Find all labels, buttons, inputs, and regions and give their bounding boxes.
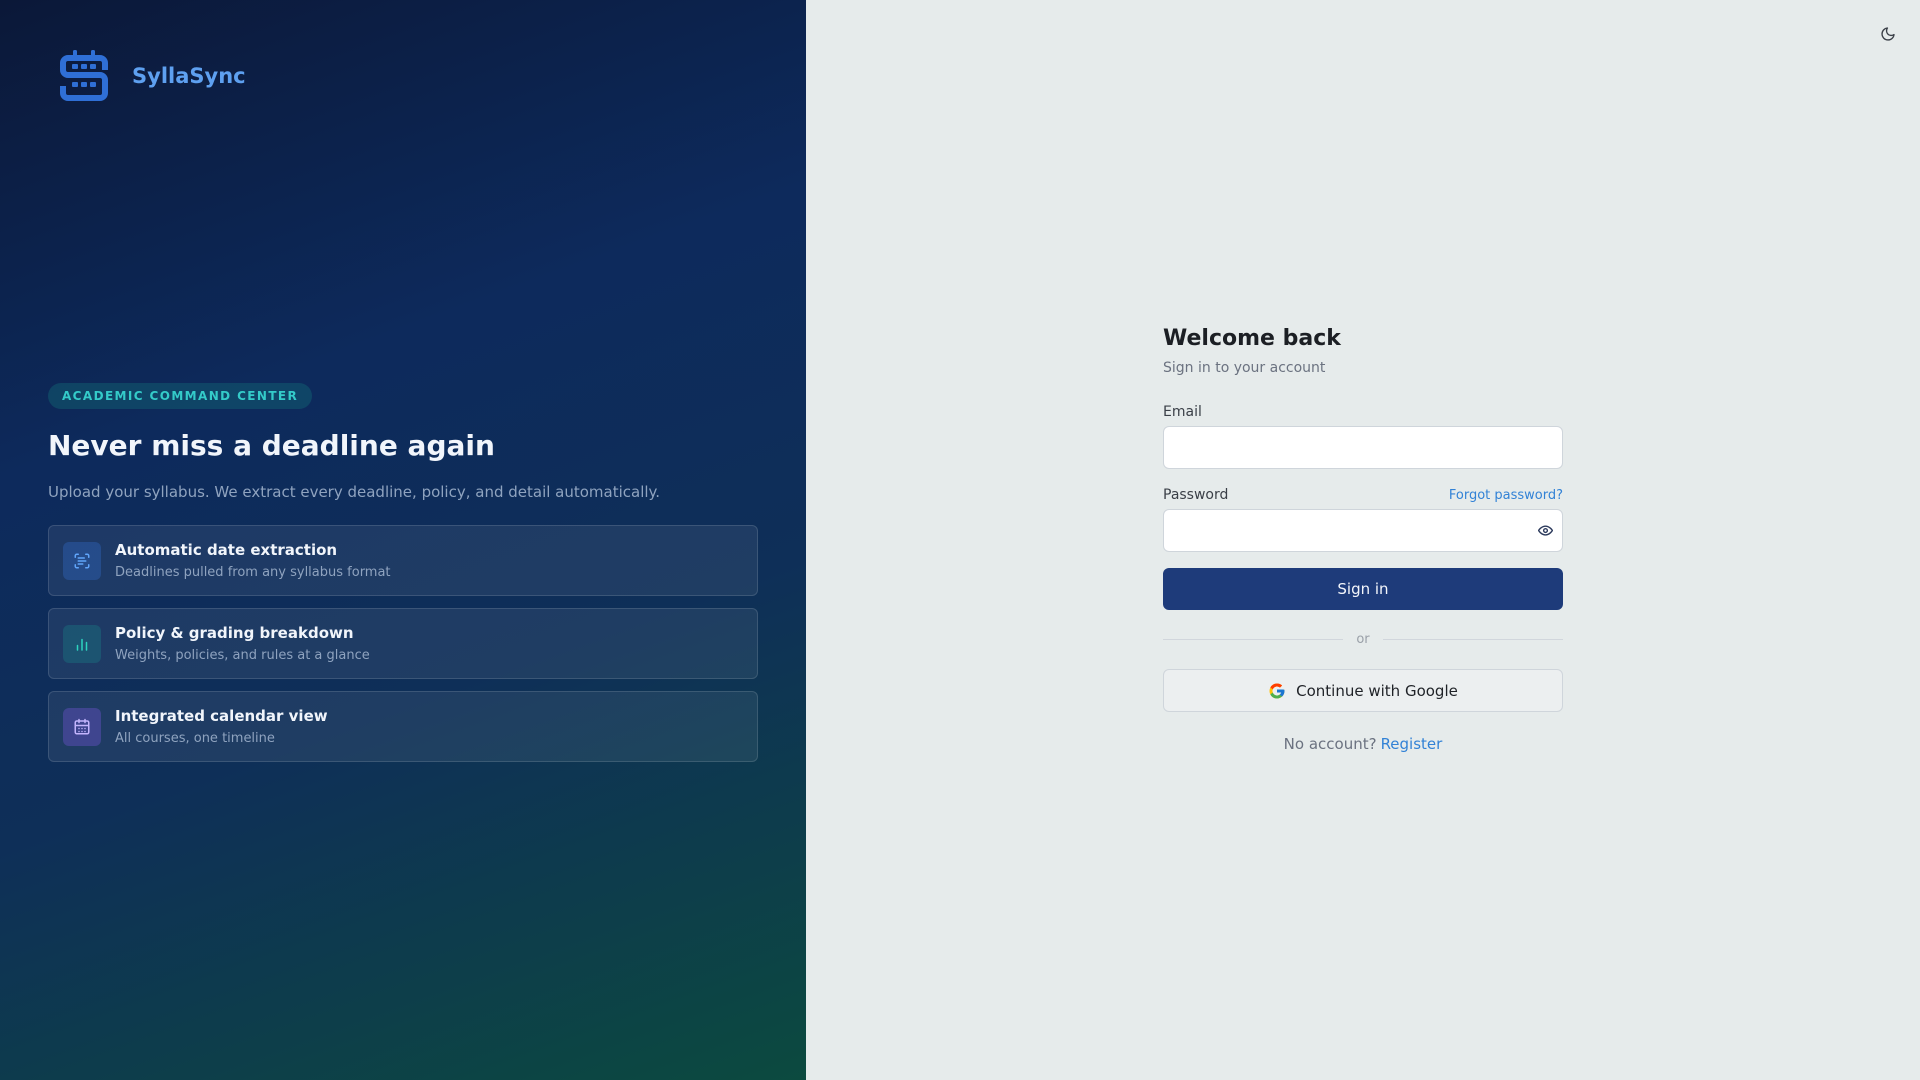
moon-icon — [1881, 27, 1895, 41]
hero-headline: Never miss a deadline again — [48, 429, 495, 462]
feature-title: Integrated calendar view — [115, 707, 328, 725]
scan-text-icon — [63, 541, 101, 580]
password-field-wrapper — [1163, 509, 1563, 552]
signin-subtitle: Sign in to your account — [1163, 360, 1326, 376]
hero-content: ACADEMIC COMMAND CENTER Never miss a dea… — [48, 383, 758, 774]
or-divider: or — [1163, 632, 1563, 647]
hero-panel: SyllaSync ACADEMIC COMMAND CENTER Never … — [0, 0, 806, 1080]
signin-title: Welcome back — [1163, 326, 1341, 351]
signin-card: Welcome back Sign in to your account Ema… — [1163, 326, 1563, 753]
feature-title: Automatic date extraction — [115, 541, 338, 559]
divider-text: or — [1356, 632, 1370, 647]
calendar-s-logo-icon — [60, 50, 108, 101]
bar-chart-icon — [63, 624, 101, 663]
eye-icon — [1538, 525, 1553, 536]
theme-toggle-button[interactable] — [1876, 22, 1900, 46]
feature-description: Deadlines pulled from any syllabus forma… — [115, 565, 391, 580]
brand-name: SyllaSync — [132, 64, 246, 88]
password-field[interactable] — [1163, 509, 1563, 552]
brand: SyllaSync — [58, 50, 246, 102]
email-field[interactable] — [1163, 426, 1563, 469]
register-row: No account? Register — [1163, 735, 1563, 753]
calendar-icon — [63, 707, 101, 746]
register-link[interactable]: Register — [1381, 735, 1443, 753]
hero-subline: Upload your syllabus. We extract every d… — [48, 483, 661, 501]
feature-title: Policy & grading breakdown — [115, 624, 354, 642]
feature-description: All courses, one timeline — [115, 731, 275, 746]
feature-card-calendar-view: Integrated calendar view All courses, on… — [48, 691, 758, 762]
password-label: Password — [1163, 487, 1229, 503]
email-label: Email — [1163, 404, 1202, 420]
google-signin-button[interactable]: Continue with Google — [1163, 669, 1563, 712]
feature-card-date-extraction: Automatic date extraction Deadlines pull… — [48, 525, 758, 596]
forgot-password-link[interactable]: Forgot password? — [1449, 488, 1563, 503]
feature-list: Automatic date extraction Deadlines pull… — [48, 525, 758, 762]
google-button-label: Continue with Google — [1296, 681, 1458, 700]
feature-description: Weights, policies, and rules at a glance — [115, 648, 370, 663]
eyebrow-badge: ACADEMIC COMMAND CENTER — [48, 383, 313, 409]
toggle-password-visibility-button[interactable] — [1538, 523, 1553, 538]
signin-button[interactable]: Sign in — [1163, 568, 1563, 610]
google-icon — [1269, 683, 1285, 698]
feature-card-policy-grading: Policy & grading breakdown Weights, poli… — [48, 608, 758, 679]
auth-panel: Welcome back Sign in to your account Ema… — [806, 0, 1920, 1080]
password-label-row: Password Forgot password? — [1163, 487, 1563, 503]
register-prompt: No account? — [1283, 735, 1377, 753]
